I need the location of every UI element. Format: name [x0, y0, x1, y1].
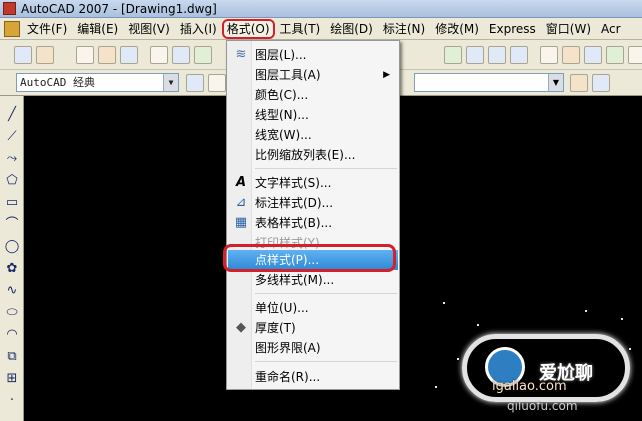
- revision-cloud-icon[interactable]: ✿: [3, 260, 21, 278]
- paste-icon[interactable]: [194, 46, 212, 64]
- menu-item-scale-list[interactable]: 比例缩放列表(E)...: [228, 145, 398, 165]
- circle-icon[interactable]: ◯: [3, 238, 21, 256]
- submenu-arrow-icon: ▶: [383, 70, 390, 80]
- polygon-icon[interactable]: ⬠: [3, 172, 21, 190]
- menu-modify[interactable]: 修改(M): [430, 19, 484, 39]
- menu-draw[interactable]: 绘图(D): [325, 19, 378, 39]
- make-current-layer-icon[interactable]: [570, 74, 588, 92]
- zoom-realtime-icon[interactable]: [466, 46, 484, 64]
- sheet-set-icon[interactable]: [606, 46, 624, 64]
- layer-previous-icon[interactable]: [592, 74, 610, 92]
- design-center-icon[interactable]: [562, 46, 580, 64]
- polyline-icon[interactable]: ⤳: [3, 150, 21, 168]
- workspace-select-value: AutoCAD 经典: [20, 76, 95, 89]
- insert-block-icon[interactable]: ⧉: [3, 348, 21, 366]
- markup-icon[interactable]: [628, 46, 642, 64]
- menu-view[interactable]: 视图(V): [123, 19, 175, 39]
- dimension-style-icon: ⊿: [235, 195, 247, 210]
- chevron-down-icon[interactable]: ▼: [548, 74, 563, 91]
- watermark-url: igaliao.com: [492, 379, 567, 394]
- zoom-window-icon[interactable]: [488, 46, 506, 64]
- workspace-settings-icon[interactable]: [186, 74, 204, 92]
- layer-manager-icon[interactable]: [208, 74, 226, 92]
- menu-item-units[interactable]: 单位(U)...: [228, 298, 398, 318]
- copy-icon[interactable]: [172, 46, 190, 64]
- text-style-icon: A: [235, 175, 247, 190]
- menu-express[interactable]: Express: [484, 19, 541, 39]
- publish-icon[interactable]: [36, 46, 54, 64]
- menu-tools[interactable]: 工具(T): [275, 19, 326, 39]
- document-icon[interactable]: [4, 20, 20, 37]
- cut-icon[interactable]: [150, 46, 168, 64]
- window-title: AutoCAD 2007 - [Drawing1.dwg]: [21, 1, 217, 16]
- menu-dimension[interactable]: 标注(N): [378, 19, 430, 39]
- menu-item-thickness[interactable]: ◆ 厚度(T): [228, 318, 398, 338]
- watermark-url-secondary: qiluofu.com: [507, 399, 578, 413]
- properties-icon[interactable]: [540, 46, 558, 64]
- menu-item-lineweight[interactable]: 线宽(W)...: [228, 125, 398, 145]
- save-icon[interactable]: [120, 46, 138, 64]
- menu-item-table-style[interactable]: ▦ 表格样式(B)...: [228, 213, 398, 233]
- ellipse-icon[interactable]: ⬭: [3, 304, 21, 322]
- zoom-previous-icon[interactable]: [510, 46, 528, 64]
- line-icon[interactable]: ╱: [3, 106, 21, 124]
- autocad-app-icon[interactable]: [3, 2, 16, 15]
- draw-toolbar: ╱ ⟋ ⤳ ⬠ ▭ ⌒ ◯ ✿ ∿ ⬭ ◠ ⧉ ⊞ ·: [0, 96, 24, 421]
- layers-icon: ≋: [235, 47, 247, 62]
- menu-item-dimension-style[interactable]: ⊿ 标注样式(D)...: [228, 193, 398, 213]
- menu-window[interactable]: 窗口(W): [541, 19, 596, 39]
- menu-item-layer[interactable]: ≋ 图层(L)...: [228, 45, 398, 65]
- thickness-icon: ◆: [236, 320, 246, 335]
- menu-item-multiline-style[interactable]: 多线样式(M)...: [228, 270, 398, 290]
- construction-line-icon[interactable]: ⟋: [3, 128, 21, 146]
- open-folder-icon[interactable]: [98, 46, 116, 64]
- annotation-highlight-ring: [223, 244, 396, 272]
- menu-item-color[interactable]: 颜色(C)...: [228, 85, 398, 105]
- menu-item-drawing-limits[interactable]: 图形界限(A): [228, 338, 398, 358]
- chevron-down-icon[interactable]: ▼: [163, 74, 178, 91]
- point-icon[interactable]: ·: [3, 392, 21, 410]
- menu-item-rename[interactable]: 重命名(R)...: [228, 367, 398, 387]
- menu-item-linetype[interactable]: 线型(N)...: [228, 105, 398, 125]
- print-icon[interactable]: [14, 46, 32, 64]
- title-bar: AutoCAD 2007 - [Drawing1.dwg]: [0, 0, 642, 18]
- menu-edit[interactable]: 编辑(E): [72, 19, 123, 39]
- spline-icon[interactable]: ∿: [3, 282, 21, 300]
- menu-item-text-style[interactable]: A 文字样式(S)...: [228, 173, 398, 193]
- menu-acrobat[interactable]: Acr: [596, 19, 626, 39]
- rectangle-icon[interactable]: ▭: [3, 194, 21, 212]
- pan-icon[interactable]: [444, 46, 462, 64]
- make-block-icon[interactable]: ⊞: [3, 370, 21, 388]
- menu-file[interactable]: 文件(F): [22, 19, 72, 39]
- format-dropdown-menu: ≋ 图层(L)... 图层工具(A) ▶ 颜色(C)... 线型(N)... 线…: [226, 40, 400, 390]
- menu-item-layer-tools[interactable]: 图层工具(A) ▶: [228, 65, 398, 85]
- workspace-select[interactable]: AutoCAD 经典 ▼: [16, 73, 179, 92]
- table-style-icon: ▦: [234, 215, 248, 230]
- tool-palettes-icon[interactable]: [584, 46, 602, 64]
- ellipse-arc-icon[interactable]: ◠: [3, 326, 21, 344]
- arc-icon[interactable]: ⌒: [3, 216, 21, 234]
- menu-format[interactable]: 格式(O): [221, 18, 275, 39]
- new-file-icon[interactable]: [76, 46, 94, 64]
- layer-select[interactable]: ▼: [414, 73, 564, 92]
- menu-insert[interactable]: 插入(I): [175, 19, 222, 39]
- menu-bar: 文件(F) 编辑(E) 视图(V) 插入(I) 格式(O) 工具(T) 绘图(D…: [0, 18, 642, 40]
